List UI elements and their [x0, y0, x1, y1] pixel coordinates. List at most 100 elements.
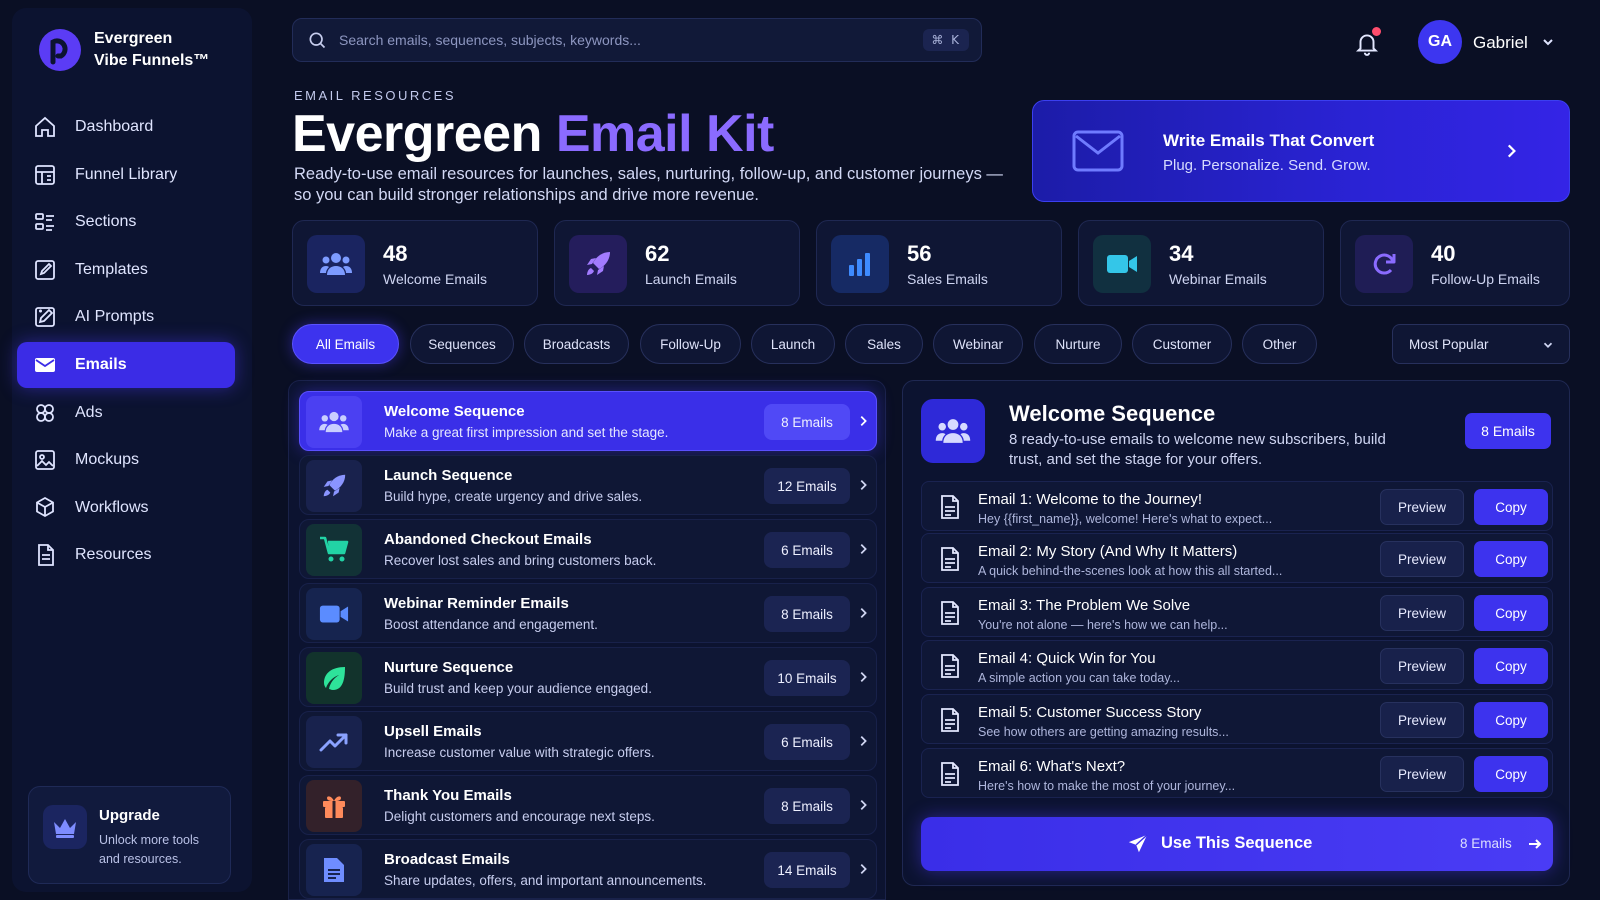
document-icon — [324, 858, 344, 882]
filter-chip-all-emails[interactable]: All Emails — [292, 324, 399, 364]
filter-chip-sales[interactable]: Sales — [845, 324, 923, 364]
filter-chip-nurture[interactable]: Nurture — [1034, 324, 1122, 364]
sidebar-item-label: Dashboard — [75, 118, 154, 135]
use-sequence-button[interactable]: Use This Sequence 8 Emails — [921, 817, 1553, 871]
preview-button[interactable]: Preview — [1380, 489, 1464, 525]
users-icon — [935, 419, 971, 443]
preview-button[interactable]: Preview — [1380, 702, 1464, 738]
document-icon — [941, 547, 959, 571]
sidebar-item-label: Workflows — [75, 498, 149, 516]
email-row: Email 1: Welcome to the Journey! Hey {{f… — [921, 481, 1553, 531]
leaf-icon — [324, 667, 345, 690]
brand[interactable]: Evergreen Vibe Funnels™ — [38, 28, 209, 72]
sequence-title: Abandoned Checkout Emails — [384, 531, 592, 548]
users-icon — [319, 411, 349, 433]
sequence-row-nurture[interactable]: Nurture Sequence Build trust and keep yo… — [299, 647, 877, 707]
copy-button[interactable]: Copy — [1474, 489, 1548, 525]
sequence-desc: Build hype, create urgency and drive sal… — [384, 489, 643, 504]
user-name[interactable]: Gabriel — [1473, 33, 1528, 53]
preview-button[interactable]: Preview — [1380, 756, 1464, 792]
page-title-part1: Evergreen — [292, 105, 542, 163]
chevron-down-icon — [1543, 342, 1553, 348]
sort-select[interactable]: Most Popular — [1392, 324, 1570, 364]
copy-button[interactable]: Copy — [1474, 541, 1548, 577]
cart-icon — [320, 536, 349, 562]
stat-card-webinar[interactable]: 34 Webinar Emails — [1078, 220, 1324, 306]
preview-button[interactable]: Preview — [1380, 541, 1464, 577]
copy-button[interactable]: Copy — [1474, 756, 1548, 792]
video-icon — [319, 605, 349, 623]
search-input[interactable] — [339, 32, 924, 48]
sidebar-item-mockups[interactable]: Mockups — [17, 437, 235, 483]
sort-selected-label: Most Popular — [1409, 336, 1489, 352]
sequence-row-upsell[interactable]: Upsell Emails Increase customer value wi… — [299, 711, 877, 771]
filter-chip-webinar[interactable]: Webinar — [933, 324, 1023, 364]
email-row: Email 6: What's Next? Here's how to make… — [921, 748, 1553, 798]
sequence-row-welcome[interactable]: Welcome Sequence Make a great first impr… — [299, 391, 877, 451]
upgrade-title: Upgrade — [99, 807, 160, 824]
preview-button[interactable]: Preview — [1380, 648, 1464, 684]
mail-icon — [35, 357, 55, 372]
preview-button[interactable]: Preview — [1380, 595, 1464, 631]
sidebar-item-ads[interactable]: Ads — [17, 390, 235, 436]
brand-logo-icon — [39, 29, 81, 71]
filter-chip-follow-up[interactable]: Follow-Up — [640, 324, 741, 364]
stat-card-launch[interactable]: 62 Launch Emails — [554, 220, 800, 306]
chevron-down-icon[interactable] — [1540, 34, 1556, 50]
brand-line1: Evergreen — [94, 30, 173, 47]
filter-chip-other[interactable]: Other — [1242, 324, 1317, 364]
email-title: Email 3: The Problem We Solve — [978, 597, 1191, 614]
filter-chip-customer[interactable]: Customer — [1132, 324, 1232, 364]
copy-button[interactable]: Copy — [1474, 648, 1548, 684]
sequence-count-badge: 6 Emails — [764, 724, 850, 760]
sidebar-item-workflows[interactable]: Workflows — [17, 485, 235, 531]
sidebar-item-emails[interactable]: Emails — [17, 341, 235, 388]
avatar[interactable]: GA — [1418, 20, 1462, 64]
sidebar-item-sections[interactable]: Sections — [17, 199, 235, 245]
sequence-row-launch[interactable]: Launch Sequence Build hype, create urgen… — [299, 455, 877, 515]
search-icon — [309, 32, 326, 49]
send-icon — [1128, 834, 1148, 853]
promo-banner[interactable]: Write Emails That Convert Plug. Personal… — [1032, 100, 1570, 202]
sidebar-item-label: Sections — [75, 213, 137, 231]
sidebar-item-label: Templates — [75, 260, 148, 278]
sequence-desc: Delight customers and encourage next ste… — [384, 809, 655, 824]
sidebar-item-ai-prompts[interactable]: AI Prompts — [17, 294, 235, 340]
filter-chip-broadcasts[interactable]: Broadcasts — [524, 324, 629, 364]
email-preview-text: A simple action you can take today... — [978, 671, 1180, 685]
chevron-right-icon[interactable] — [1502, 142, 1520, 160]
sidebar-item-funnel-library[interactable]: Funnel Library — [17, 152, 235, 198]
arrow-right-icon — [1529, 839, 1542, 849]
chevron-right-icon — [860, 480, 867, 490]
upgrade-card[interactable]: Upgrade Unlock more tools and resources. — [28, 786, 231, 884]
copy-button[interactable]: Copy — [1474, 595, 1548, 631]
sequence-row-broadcast[interactable]: Broadcast Emails Share updates, offers, … — [299, 839, 877, 899]
library-icon — [35, 164, 55, 185]
stat-label: Launch Emails — [645, 271, 737, 287]
stat-value: 48 — [383, 241, 408, 266]
sidebar-item-label: Funnel Library — [75, 165, 178, 183]
stat-card-follow-up[interactable]: 40 Follow-Up Emails — [1340, 220, 1570, 306]
sequence-row-webinar-reminder[interactable]: Webinar Reminder Emails Boost attendance… — [299, 583, 877, 643]
copy-button[interactable]: Copy — [1474, 702, 1548, 738]
sidebar-item-dashboard[interactable]: Dashboard — [17, 104, 235, 150]
filter-chip-launch[interactable]: Launch — [751, 324, 835, 364]
sequence-count-badge: 12 Emails — [764, 468, 850, 504]
use-sequence-count: 8 Emails — [1460, 836, 1512, 851]
email-row: Email 2: My Story (And Why It Matters) A… — [921, 533, 1553, 583]
stat-card-sales[interactable]: 56 Sales Emails — [816, 220, 1062, 306]
sidebar-item-resources[interactable]: Resources — [17, 532, 235, 578]
chevron-right-icon — [860, 672, 867, 682]
page-description: Ready-to-use email resources for launche… — [294, 165, 1003, 204]
filter-chip-sequences[interactable]: Sequences — [410, 324, 514, 364]
sequence-row-thank-you[interactable]: Thank You Emails Delight customers and e… — [299, 775, 877, 835]
detail-description: 8 ready-to-use emails to welcome new sub… — [1009, 431, 1386, 468]
page-eyebrow: EMAIL RESOURCES — [294, 88, 456, 103]
sidebar-item-templates[interactable]: Templates — [17, 247, 235, 293]
sequence-row-abandoned-checkout[interactable]: Abandoned Checkout Emails Recover lost s… — [299, 519, 877, 579]
stat-card-welcome[interactable]: 48 Welcome Emails — [292, 220, 538, 306]
sequence-icon-box — [306, 588, 362, 640]
stat-label: Sales Emails — [907, 271, 988, 287]
sequence-icon-box — [306, 780, 362, 832]
document-icon — [38, 544, 54, 567]
